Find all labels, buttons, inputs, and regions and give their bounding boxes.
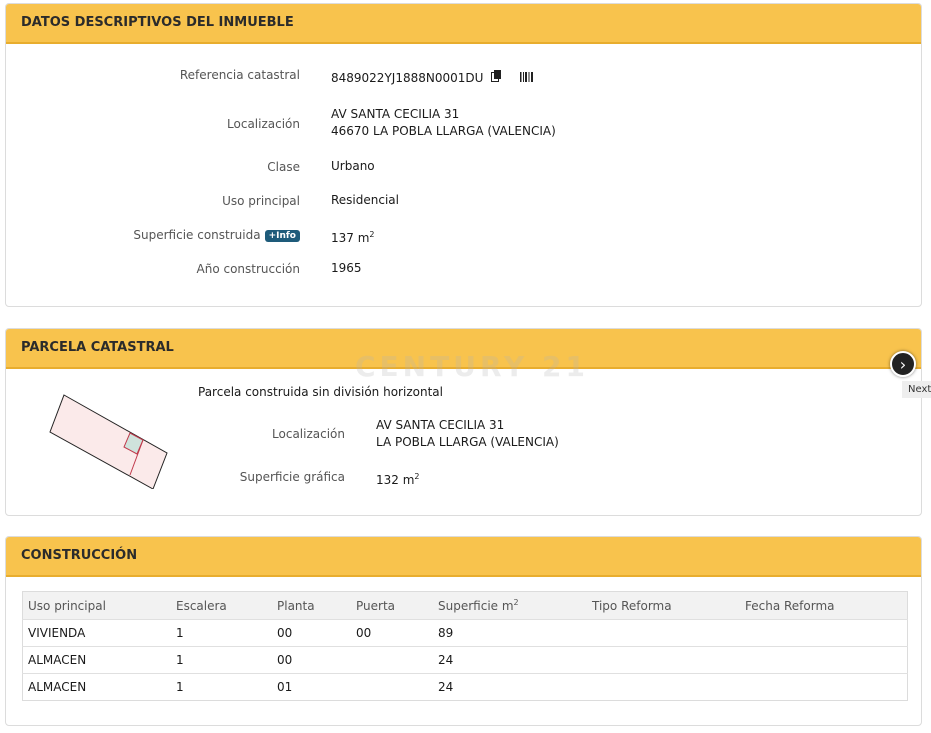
col-planta: Planta — [272, 591, 351, 620]
referencia-text[interactable]: 8489022YJ1888N0001DU — [331, 71, 483, 85]
parcel-map[interactable] — [46, 389, 176, 489]
parcela-localizacion-label: Localización — [272, 427, 345, 441]
construccion-panel: CONSTRUCCIÓN Uso principal Escalera Plan… — [5, 536, 922, 726]
col-escalera: Escalera — [171, 591, 272, 620]
col-uso: Uso principal — [22, 591, 171, 620]
superficie-grafica-label: Superficie gráfica — [239, 470, 345, 484]
superficie-value: 137 m2 — [331, 230, 375, 245]
clase-label: Clase — [267, 160, 300, 174]
uso-label: Uso principal — [222, 194, 300, 208]
datos-descriptivos-panel: DATOS DESCRIPTIVOS DEL INMUEBLE Referenc… — [5, 3, 922, 307]
copy-icon[interactable] — [491, 70, 502, 87]
table-row: ALMACEN 1 00 24 — [22, 646, 908, 674]
panel-title: CONSTRUCCIÓN — [6, 537, 921, 577]
table-header-row: Uso principal Escalera Planta Puerta Sup… — [22, 591, 908, 620]
superficie-label-row: Superficie construida +Info — [133, 228, 300, 242]
superficie-grafica-value: 132 m2 — [376, 472, 420, 487]
panel-title: DATOS DESCRIPTIVOS DEL INMUEBLE — [6, 4, 921, 44]
anio-value: 1965 — [331, 261, 362, 275]
parcela-localizacion-value: AV SANTA CECILIA 31 LA POBLA LLARGA (VAL… — [376, 417, 559, 451]
panel-title: PARCELA CATASTRAL — [6, 329, 921, 369]
col-puerta: Puerta — [351, 591, 433, 620]
parcel-outline — [49, 394, 168, 489]
next-control[interactable]: › Next — [890, 351, 931, 398]
col-fecha-reforma: Fecha Reforma — [740, 591, 908, 620]
clase-value: Urbano — [331, 159, 375, 173]
parcela-catastral-panel: PARCELA CATASTRAL Parcela construida sin… — [5, 328, 922, 516]
construccion-table: Uso principal Escalera Planta Puerta Sup… — [22, 591, 908, 701]
localizacion-line2: 46670 LA POBLA LLARGA (VALENCIA) — [331, 124, 556, 138]
chevron-right-icon[interactable]: › — [890, 351, 916, 377]
localizacion-value: AV SANTA CECILIA 31 46670 LA POBLA LLARG… — [331, 106, 556, 140]
uso-value: Residencial — [331, 193, 399, 207]
parcela-localizacion-line2: LA POBLA LLARGA (VALENCIA) — [376, 435, 559, 449]
referencia-value: 8489022YJ1888N0001DU — [331, 70, 534, 87]
localizacion-line1: AV SANTA CECILIA 31 — [331, 107, 460, 121]
referencia-label: Referencia catastral — [179, 68, 300, 82]
localizacion-label: Localización — [227, 117, 300, 131]
anio-label: Año construcción — [196, 262, 301, 276]
info-badge[interactable]: +Info — [264, 230, 300, 242]
parcela-localizacion-line1: AV SANTA CECILIA 31 — [376, 418, 505, 432]
table-row: ALMACEN 1 01 24 — [22, 673, 908, 701]
superficie-label: Superficie construida — [133, 228, 261, 242]
table-row: VIVIENDA 1 00 00 89 — [22, 619, 908, 647]
col-tipo-reforma: Tipo Reforma — [587, 591, 740, 620]
parcela-descripcion: Parcela construida sin división horizont… — [198, 385, 443, 399]
col-superficie: Superficie m2 — [433, 591, 587, 620]
barcode-icon[interactable] — [520, 70, 534, 87]
next-label[interactable]: Next — [902, 381, 931, 398]
